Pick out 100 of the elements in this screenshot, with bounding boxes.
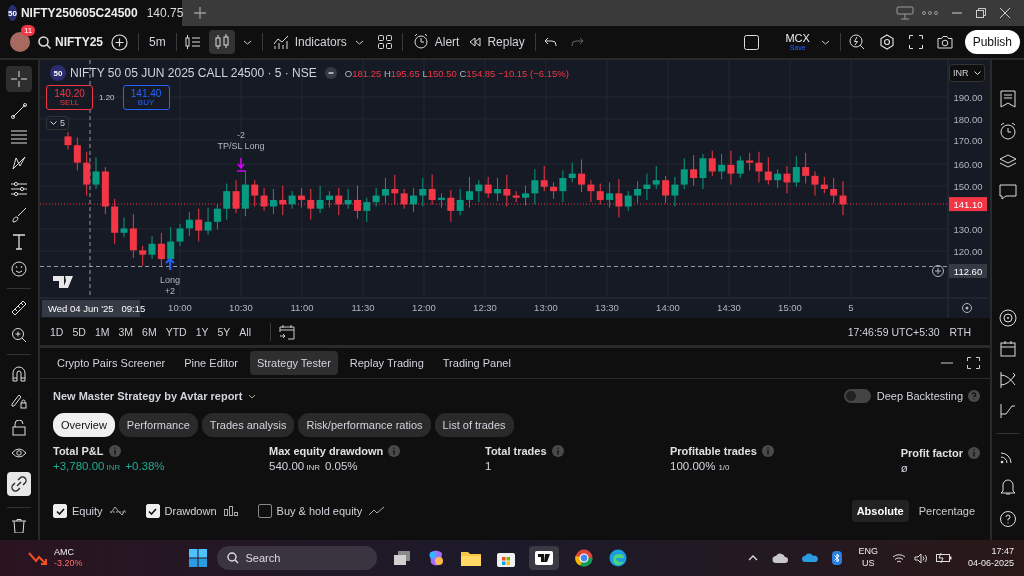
browser-icon[interactable] (575, 549, 594, 567)
alert-button[interactable]: Alert (412, 34, 460, 50)
indicators-button[interactable]: Indicators (272, 34, 347, 50)
more-icon[interactable] (922, 11, 938, 15)
layers-icon[interactable] (999, 154, 1017, 170)
crossing-lines-icon[interactable] (1000, 371, 1016, 389)
panel-tab[interactable]: Pine Editor (177, 351, 246, 375)
zoom-in-icon[interactable] (11, 327, 27, 343)
checkbox[interactable] (257, 504, 272, 518)
layout-icon[interactable] (743, 34, 759, 50)
collapse-icon[interactable] (324, 67, 337, 79)
folder-icon[interactable] (461, 550, 482, 566)
new-tab-icon[interactable] (194, 7, 206, 19)
mode-button[interactable]: Absolute (851, 500, 909, 522)
fullscreen-icon[interactable] (908, 35, 923, 49)
bluetooth-icon[interactable] (832, 551, 843, 565)
replay-button[interactable]: Replay (469, 35, 525, 49)
magnet-icon[interactable] (11, 366, 27, 382)
language-indicator[interactable]: ENG US (858, 546, 878, 570)
range-button[interactable]: 6M (142, 325, 157, 338)
caret-icon[interactable] (820, 39, 830, 45)
emoji-icon[interactable] (11, 261, 27, 277)
interval-button[interactable]: 5m (149, 35, 166, 49)
session-button[interactable]: RTH (949, 325, 971, 338)
settings-icon[interactable] (962, 303, 972, 313)
range-button[interactable]: 1M (94, 325, 110, 338)
range-button[interactable]: All (239, 325, 251, 338)
ticker-symbol[interactable]: AMC (54, 547, 83, 558)
task-view-icon[interactable] (393, 550, 412, 566)
search-icon[interactable] (38, 35, 51, 49)
copilot-icon[interactable] (427, 549, 446, 567)
publish-button[interactable]: Publish (964, 30, 1020, 54)
undo-icon[interactable] (543, 37, 557, 47)
symbol-search[interactable]: NIFTY25 (55, 35, 103, 49)
bar-style-icon[interactable] (184, 35, 201, 49)
maximize-icon[interactable] (967, 357, 980, 369)
redo-icon[interactable] (570, 37, 584, 47)
lock-drawing-icon[interactable] (11, 393, 27, 409)
text-tool-icon[interactable] (12, 234, 26, 250)
help-icon[interactable] (999, 510, 1017, 528)
indicators-toggle[interactable]: 5 (46, 116, 69, 130)
watchlist-icon[interactable] (1000, 90, 1016, 108)
candles-button[interactable] (208, 30, 235, 54)
strategy-dropdown[interactable]: New Master Strategy by Avtar report (53, 390, 257, 402)
trend-line-icon[interactable] (11, 103, 27, 119)
buy-button[interactable]: 141.40 BUY (122, 85, 170, 110)
edge-icon[interactable] (609, 549, 628, 567)
settings-icon[interactable] (878, 34, 895, 50)
templates-icon[interactable] (377, 35, 392, 49)
calendar-icon[interactable] (279, 323, 295, 340)
taskbar-search-field[interactable]: Search (217, 546, 378, 570)
range-button[interactable]: 5D (72, 325, 86, 338)
range-button[interactable]: 5Y (217, 325, 231, 338)
brush-icon[interactable] (11, 207, 27, 223)
close-icon[interactable] (1000, 8, 1010, 18)
range-button[interactable]: 1Y (195, 325, 209, 338)
report-tab[interactable]: Overview (53, 413, 115, 437)
chart-tab[interactable]: 50 NIFTY250605C24500 140.75 (0, 0, 182, 26)
sell-button[interactable]: 140.20 SELL (46, 85, 93, 110)
tradingview-app-icon[interactable] (529, 546, 560, 570)
ruler-icon[interactable] (11, 300, 27, 316)
caret-icon[interactable] (242, 39, 252, 45)
range-button[interactable]: YTD (165, 325, 187, 338)
lock-icon[interactable] (12, 420, 26, 436)
eye-icon[interactable] (11, 447, 27, 461)
avatar[interactable] (10, 32, 30, 52)
add-symbol-icon[interactable] (111, 33, 128, 51)
clock-date[interactable]: 17:47 04-06-2025 (967, 546, 1014, 570)
camera-icon[interactable] (936, 35, 953, 49)
range-button[interactable]: 3M (118, 325, 134, 338)
target-icon[interactable] (999, 309, 1017, 327)
link-icon[interactable] (11, 476, 27, 492)
fib-lines-icon[interactable] (11, 130, 27, 144)
pattern-icon[interactable] (11, 155, 27, 171)
trash-icon[interactable] (12, 519, 26, 533)
currency-button[interactable]: INR (949, 64, 985, 82)
caret-icon[interactable] (354, 39, 364, 45)
report-tab[interactable]: Performance (118, 413, 198, 437)
windows-start-icon[interactable] (189, 549, 208, 567)
quick-search-icon[interactable] (848, 34, 865, 50)
volume-icon[interactable] (913, 552, 928, 564)
panel-tab[interactable]: Replay Trading (342, 351, 431, 375)
calendar-icon[interactable] (1000, 341, 1016, 357)
onedrive-icon[interactable] (802, 553, 819, 563)
deep-backtesting-switch[interactable] (843, 389, 871, 403)
chat-icon[interactable] (999, 184, 1017, 200)
chevron-up-icon[interactable] (748, 555, 759, 561)
panel-tab[interactable]: Trading Panel (435, 351, 518, 375)
clock[interactable]: 17:46:59 UTC+5:30 (847, 325, 940, 338)
add-icon[interactable] (932, 265, 944, 277)
report-tab[interactable]: List of trades (434, 413, 514, 437)
crosshair-icon[interactable] (11, 71, 27, 87)
range-button[interactable]: 1D (50, 325, 64, 338)
report-tab[interactable]: Trades analysis (201, 413, 295, 437)
chart-title[interactable]: NIFTY 50 05 JUN 2025 CALL 24500 · 5 · NSE (70, 66, 317, 80)
wifi-icon[interactable] (891, 552, 906, 564)
panel-tab[interactable]: Strategy Tester (250, 351, 338, 375)
bell-icon[interactable] (1000, 478, 1016, 496)
battery-icon[interactable] (935, 553, 952, 563)
panel-tab[interactable]: Crypto Pairs Screener (50, 351, 173, 375)
